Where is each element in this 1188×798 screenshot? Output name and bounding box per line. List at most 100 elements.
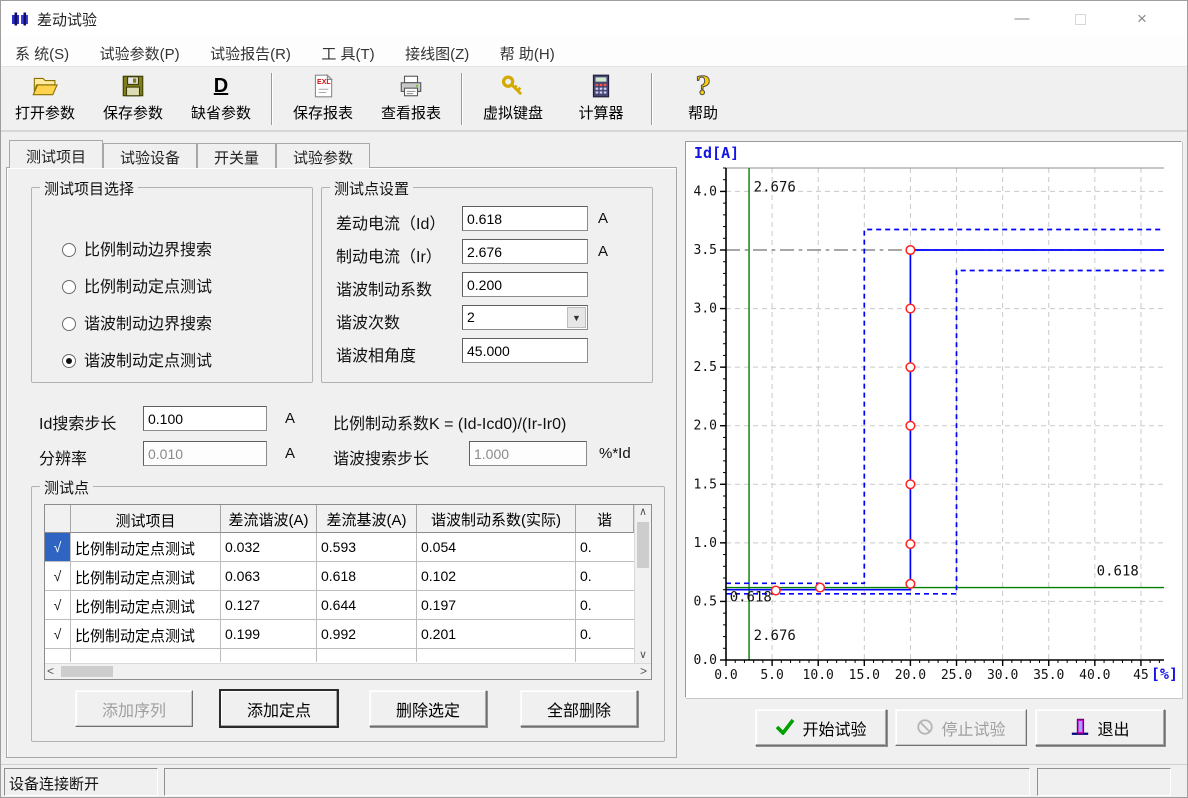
table-row[interactable]: √ 比例制动定点测试 0.127 0.644 0.197 0. [45, 591, 651, 620]
svg-text:20.0: 20.0 [895, 668, 926, 683]
id-current-input[interactable] [462, 206, 588, 231]
field-label-harmonic-coeff: 谐波制动系数 [336, 276, 432, 300]
svg-text:0.618: 0.618 [1097, 564, 1139, 580]
maximize-icon [1075, 14, 1086, 25]
app-icon [11, 10, 29, 28]
unit-label: A [285, 445, 295, 462]
help-button[interactable]: ? 帮助 [659, 69, 747, 129]
table-horizontal-scrollbar[interactable]: < > [45, 663, 651, 679]
tab-test-params[interactable]: 试验参数 [276, 143, 370, 168]
scrollbar-thumb[interactable] [61, 666, 113, 677]
tab-test-device[interactable]: 试验设备 [103, 143, 197, 168]
check-icon [775, 718, 795, 737]
svg-text:25.0: 25.0 [941, 668, 972, 683]
print-report-icon [367, 73, 455, 101]
status-extra-panel [1037, 768, 1171, 796]
radio-ratio-boundary-search[interactable]: 比例制动边界搜索 [62, 236, 212, 254]
tab-test-items[interactable]: 测试项目 [9, 140, 103, 168]
scroll-left-icon[interactable]: < [47, 664, 54, 679]
save-params-button[interactable]: 保存参数 [89, 69, 177, 129]
harmonic-phase-input[interactable] [462, 338, 588, 363]
statusbar: 设备连接断开 [1, 764, 1187, 798]
harmonic-order-select[interactable]: 2 ▼ [462, 305, 588, 330]
restraint-current-input[interactable] [462, 239, 588, 264]
svg-text:4.0: 4.0 [694, 184, 717, 199]
virtual-keyboard-button[interactable]: 虚拟键盘 [469, 69, 557, 129]
id-step-input[interactable] [143, 406, 267, 431]
harmonic-coeff-input[interactable] [462, 272, 588, 297]
toolbar-separator [461, 73, 463, 125]
delete-all-button[interactable]: 全部删除 [520, 690, 638, 727]
svg-text:0.0: 0.0 [714, 668, 737, 683]
svg-text:Id[A]: Id[A] [694, 144, 739, 162]
harmonic-step-input[interactable] [469, 441, 587, 466]
row-check-icon[interactable]: √ [45, 591, 71, 620]
menu-system[interactable]: 系 统(S) [15, 37, 69, 64]
row-check-icon[interactable]: √ [45, 533, 71, 562]
table-row[interactable]: √ 比例制动定点测试 0.063 0.618 0.102 0. [45, 562, 651, 591]
unit-label: A [598, 243, 608, 260]
save-report-button[interactable]: EXL 保存报表 [279, 69, 367, 129]
table-vertical-scrollbar[interactable]: ∧ ∨ [634, 505, 651, 664]
close-button[interactable]: × [1119, 1, 1165, 37]
add-sequence-button[interactable]: 添加序列 [75, 690, 193, 727]
header-harmonic-coeff-actual: 谐波制动系数(实际) [417, 505, 576, 533]
help-icon: ? [659, 73, 747, 101]
menu-test-report[interactable]: 试验报告(R) [210, 37, 291, 64]
svg-text:15.0: 15.0 [849, 668, 880, 683]
add-fixed-point-button[interactable]: 添加定点 [220, 690, 338, 727]
menu-test-params[interactable]: 试验参数(P) [100, 37, 180, 64]
menu-help[interactable]: 帮 助(H) [500, 37, 555, 64]
chevron-down-icon[interactable]: ▼ [567, 307, 586, 328]
scroll-down-icon[interactable]: ∨ [635, 648, 651, 664]
view-report-button[interactable]: 查看报表 [367, 69, 455, 129]
virtual-keyboard-icon [469, 73, 557, 101]
table-row[interactable]: √ 比例制动定点测试 0.199 0.992 0.201 0. [45, 620, 651, 649]
svg-text:3.0: 3.0 [694, 302, 717, 317]
svg-text:45: 45 [1133, 668, 1149, 683]
group-title: 测试项目选择 [40, 178, 138, 199]
svg-text:5.0: 5.0 [760, 668, 783, 683]
radio-ratio-fixed-point[interactable]: 比例制动定点测试 [62, 273, 212, 291]
svg-text:1.0: 1.0 [694, 536, 717, 551]
row-check-icon[interactable]: √ [45, 620, 71, 649]
svg-text:35.0: 35.0 [1033, 668, 1064, 683]
maximize-button[interactable] [1057, 1, 1103, 37]
exit-button[interactable]: 退出 [1035, 709, 1165, 746]
stop-icon [916, 718, 934, 738]
start-test-button[interactable]: 开始试验 [755, 709, 887, 746]
header-partial: 谐 [576, 505, 634, 533]
svg-text:0.618: 0.618 [730, 589, 772, 605]
field-label-id-step: Id搜索步长 [39, 410, 116, 434]
menu-tools[interactable]: 工 具(T) [321, 37, 374, 64]
resolution-input[interactable] [143, 441, 267, 466]
test-points-table: 测试项目 差流谐波(A) 差流基波(A) 谐波制动系数(实际) 谐 √ 比例制动… [44, 504, 652, 680]
toolbar-separator [271, 73, 273, 125]
svg-text:1.5: 1.5 [694, 477, 717, 492]
field-label-resolution: 分辨率 [39, 445, 87, 469]
header-check [45, 505, 71, 533]
unit-label: A [598, 210, 608, 227]
radio-harmonic-fixed-point[interactable]: 谐波制动定点测试 [62, 347, 212, 365]
scrollbar-thumb[interactable] [637, 522, 649, 568]
svg-text:[%]: [%] [1151, 665, 1178, 683]
header-diff-harmonic: 差流谐波(A) [221, 505, 317, 533]
scroll-up-icon[interactable]: ∧ [635, 505, 651, 521]
menubar: 系 统(S) 试验参数(P) 试验报告(R) 工 具(T) 接线图(Z) 帮 助… [1, 37, 1187, 67]
scroll-right-icon[interactable]: > [640, 664, 647, 679]
toolbar-separator [651, 73, 653, 125]
open-params-button[interactable]: 打开参数 [1, 69, 89, 129]
row-check-icon[interactable]: √ [45, 562, 71, 591]
calculator-button[interactable]: 计算器 [557, 69, 645, 129]
test-items-panel: 测试项目选择 比例制动边界搜索 比例制动定点测试 谐波制动边界搜索 谐波制动定点… [6, 167, 677, 758]
minimize-button[interactable]: — [999, 1, 1045, 37]
default-params-button[interactable]: D 缺省参数 [177, 69, 265, 129]
stop-test-button[interactable]: 停止试验 [895, 709, 1027, 746]
delete-selected-button[interactable]: 删除选定 [369, 690, 487, 727]
radio-harmonic-boundary-search[interactable]: 谐波制动边界搜索 [62, 310, 212, 328]
menu-wiring-diagram[interactable]: 接线图(Z) [405, 37, 469, 64]
save-icon [89, 73, 177, 101]
tab-switching[interactable]: 开关量 [197, 143, 276, 168]
table-row[interactable]: √ 比例制动定点测试 0.032 0.593 0.054 0. [45, 533, 651, 562]
svg-text:40.0: 40.0 [1079, 668, 1110, 683]
